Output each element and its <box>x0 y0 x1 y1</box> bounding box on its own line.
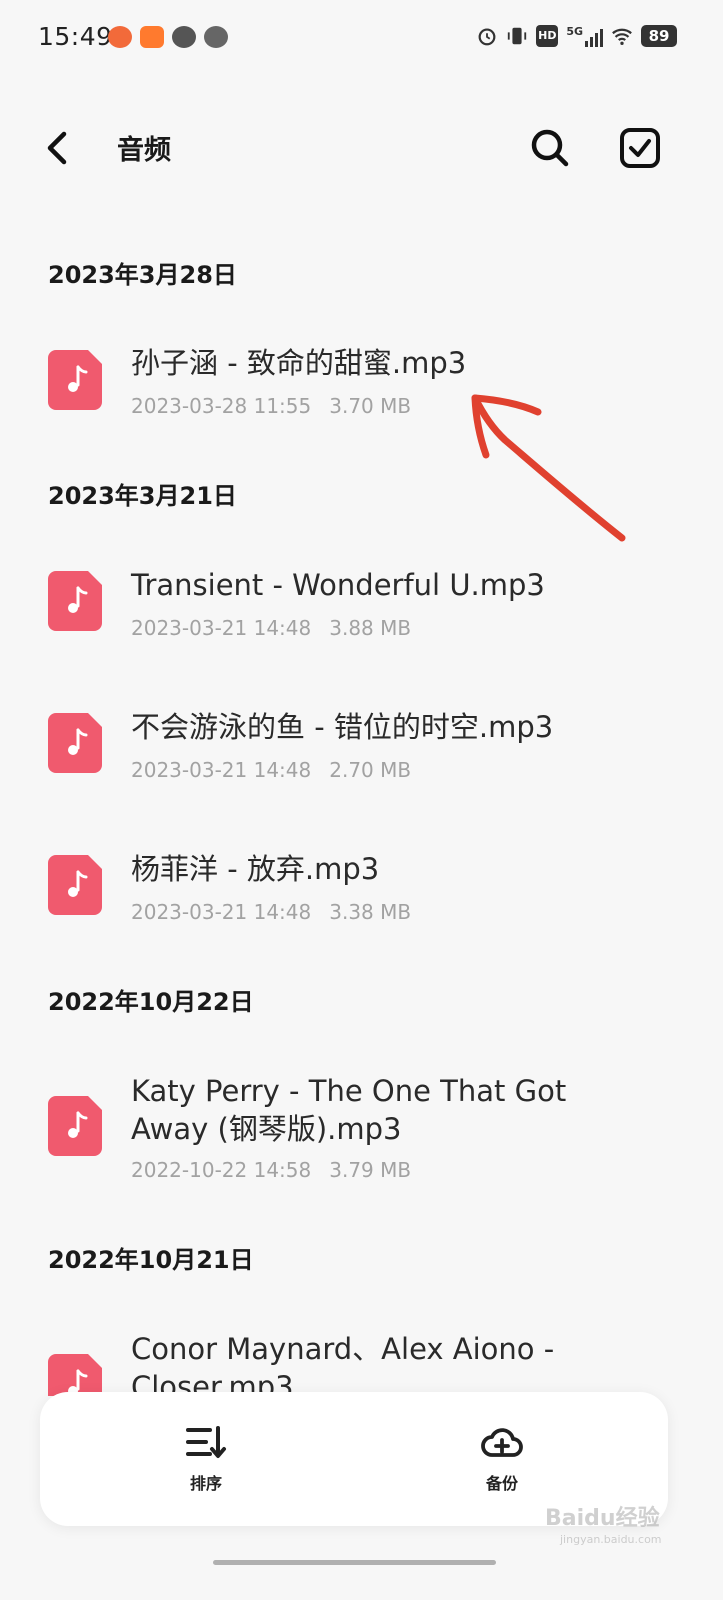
search-icon[interactable] <box>528 126 572 170</box>
list-item[interactable]: 杨菲洋 - 放弃.mp3 2023-03-21 14:48 3.38 MB <box>0 836 723 936</box>
file-name: 杨菲洋 - 放弃.mp3 <box>131 852 380 886</box>
music-file-icon <box>48 1354 102 1396</box>
app-header: 音频 <box>0 110 723 186</box>
file-name: Katy Perry - The One That Got Away (钢琴版)… <box>131 1074 567 1146</box>
cloud-add-icon <box>481 1428 523 1457</box>
file-size: 3.79 MB <box>329 1158 412 1182</box>
file-meta: 2022-10-22 14:58 3.79 MB <box>131 1158 411 1182</box>
file-name: Conor Maynard、Alex Aiono - Closer.mp3 <box>131 1332 555 1396</box>
select-checkbox-icon[interactable] <box>618 126 662 170</box>
file-name: 孙子涵 - 致命的甜蜜.mp3 <box>131 346 467 380</box>
sort-label: 排序 <box>189 1474 222 1493</box>
page-title: 音频 <box>117 135 171 166</box>
list-item[interactable]: Transient - Wonderful U.mp3 2023-03-21 1… <box>0 552 723 652</box>
app-notification-icon-1 <box>108 26 132 48</box>
file-date: 2023-03-21 14:48 <box>131 758 312 782</box>
list-item[interactable]: Katy Perry - The One That Got Away (钢琴版)… <box>0 1058 723 1198</box>
battery-icon: 89 <box>641 25 677 47</box>
date-header: 2022年10月22日 <box>48 988 254 1016</box>
file-meta: 2023-03-28 11:55 3.70 MB <box>131 394 411 418</box>
5g-signal-icon: 5G <box>566 25 603 47</box>
list-item[interactable]: Conor Maynard、Alex Aiono - Closer.mp3 <box>0 1316 723 1396</box>
file-size: 3.88 MB <box>329 616 412 640</box>
sort-icon <box>186 1426 226 1458</box>
hd-icon: HD <box>536 25 559 47</box>
watermark-url: jingyan.baidu.com <box>560 1533 662 1546</box>
date-header: 2022年10月21日 <box>48 1246 254 1274</box>
wifi-icon <box>612 28 632 45</box>
music-file-icon <box>48 1096 102 1156</box>
app-notification-icon-2 <box>140 26 164 48</box>
file-size: 2.70 MB <box>329 758 412 782</box>
sort-button[interactable]: 排序 <box>136 1422 276 1502</box>
file-meta: 2023-03-21 14:48 3.88 MB <box>131 616 411 640</box>
backup-button[interactable]: 备份 <box>432 1422 572 1502</box>
file-date: 2023-03-28 11:55 <box>131 394 312 418</box>
file-size: 3.38 MB <box>329 900 412 924</box>
date-header: 2023年3月28日 <box>48 261 237 289</box>
file-size: 3.70 MB <box>329 394 412 418</box>
message-bubble-icon <box>172 26 196 48</box>
status-right-icons: HD 5G 89 <box>476 25 677 47</box>
status-time: 15:49 <box>38 22 113 51</box>
status-app-icons <box>108 26 228 48</box>
music-file-icon <box>48 350 102 410</box>
date-header: 2023年3月21日 <box>48 482 237 510</box>
list-item[interactable]: 孙子涵 - 致命的甜蜜.mp3 2023-03-28 11:55 3.70 MB <box>0 330 723 430</box>
list-item[interactable]: 不会游泳的鱼 - 错位的时空.mp3 2023-03-21 14:48 2.70 … <box>0 694 723 794</box>
watermark: Baidu经验 <box>545 1506 660 1531</box>
back-chevron-icon[interactable] <box>40 128 76 168</box>
backup-label: 备份 <box>485 1474 518 1493</box>
file-date: 2023-03-21 14:48 <box>131 616 312 640</box>
status-bar: 15:49 HD 5G 89 <box>0 0 723 80</box>
alarm-icon <box>478 28 496 46</box>
file-name: 不会游泳的鱼 - 错位的时空.mp3 <box>131 710 554 744</box>
app-notification-icon-3 <box>204 26 228 48</box>
music-file-icon <box>48 713 102 773</box>
file-meta: 2023-03-21 14:48 2.70 MB <box>131 758 411 782</box>
music-file-icon <box>48 571 102 631</box>
vibrate-icon <box>508 27 527 45</box>
home-indicator[interactable] <box>213 1560 496 1565</box>
file-date: 2023-03-21 14:48 <box>131 900 312 924</box>
network-label: 5G <box>566 25 583 38</box>
file-date: 2022-10-22 14:58 <box>131 1158 312 1182</box>
music-file-icon <box>48 855 102 915</box>
file-name: Transient - Wonderful U.mp3 <box>131 568 545 602</box>
file-meta: 2023-03-21 14:48 3.38 MB <box>131 900 411 924</box>
